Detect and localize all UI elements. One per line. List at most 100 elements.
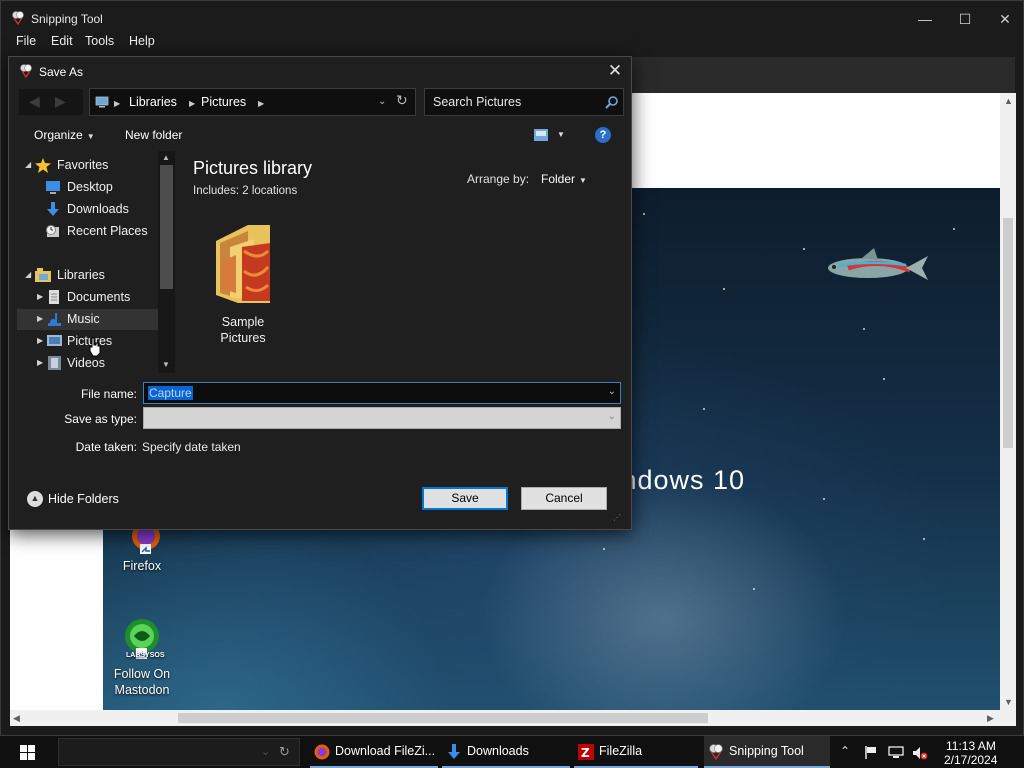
file-name-input[interactable]: Capture ⌄ (143, 382, 621, 404)
downloads-icon (47, 202, 59, 216)
save-button[interactable]: Save (422, 487, 508, 510)
taskbar-app-downloads[interactable]: Downloads (442, 736, 570, 768)
date-taken-field[interactable]: Specify date taken (142, 440, 241, 454)
save-as-type-label: Save as type: (64, 412, 137, 426)
change-view-icon[interactable] (534, 129, 548, 141)
menu-edit[interactable]: Edit (51, 34, 73, 48)
collapsed-arrow-icon[interactable]: ▶ (37, 292, 43, 301)
folder-sample-pictures[interactable]: Sample Pictures (203, 221, 283, 346)
navigation-pane-scrollbar[interactable]: ▲ ▼ (158, 151, 175, 373)
firefox-icon (314, 744, 330, 760)
chevron-down-icon[interactable]: ⌄ (608, 411, 616, 422)
file-name-value: Capture (148, 386, 193, 400)
vertical-scrollbar[interactable]: ▲ ▼ (1000, 93, 1016, 710)
refresh-icon[interactable]: ↻ (396, 92, 408, 109)
cancel-button[interactable]: Cancel (521, 487, 607, 510)
save-as-type-select[interactable]: ⌄ (143, 407, 621, 429)
clock-date[interactable]: 2/17/2024 (944, 753, 997, 767)
clock-time[interactable]: 11:13 AM (946, 739, 996, 753)
menu-file[interactable]: File (16, 34, 36, 48)
nav-libraries[interactable]: ◢ Libraries (17, 265, 165, 286)
videos-icon (48, 356, 61, 370)
breadcrumb-pictures[interactable]: Pictures (201, 95, 246, 109)
dialog-close-button[interactable]: ✕ (603, 60, 627, 82)
taskbar-app-filezilla[interactable]: Z FileZilla (574, 736, 698, 768)
folder-label-line2: Pictures (220, 331, 266, 345)
dialog-titlebar[interactable]: Save As ✕ (9, 57, 631, 85)
horizontal-scroll-thumb[interactable] (178, 713, 708, 723)
scroll-left-icon[interactable]: ◀ (13, 713, 20, 724)
taskbar-app-snipping-tool[interactable]: Snipping Tool (704, 736, 830, 768)
network-icon[interactable] (888, 746, 904, 759)
computer-icon (95, 96, 109, 108)
refresh-icon[interactable]: ↻ (279, 744, 290, 760)
scroll-right-icon[interactable]: ▶ (987, 713, 994, 724)
view-options-chevron-icon[interactable]: ▼ (557, 130, 565, 139)
navigation-buttons: ◀ ▶ (19, 89, 83, 115)
nav-documents[interactable]: ▶ Documents (17, 287, 165, 308)
collapsed-arrow-icon[interactable]: ▶ (37, 314, 43, 323)
breadcrumb-libraries[interactable]: Libraries (129, 95, 177, 109)
file-name-label: File name: (80, 387, 137, 401)
folder-icon (216, 225, 270, 303)
snipping-tool-titlebar[interactable]: Snipping Tool — ☐ ✕ (1, 1, 1023, 33)
desktop-icon-mastodon[interactable]: LABSYSOS Follow On Mastodon (102, 618, 182, 698)
search-input[interactable]: Search Pictures (424, 88, 624, 116)
vertical-scroll-thumb[interactable] (1003, 218, 1013, 448)
microphone-icon[interactable]: ⌄ (261, 745, 270, 758)
collapsed-arrow-icon[interactable]: ▶ (37, 358, 43, 367)
nav-downloads[interactable]: Downloads (17, 199, 165, 220)
snipping-tool-icon (709, 744, 723, 760)
nav-favorites[interactable]: ◢ Favorites (17, 155, 165, 176)
horizontal-scrollbar[interactable]: ◀ ▶ (10, 710, 1000, 726)
scroll-up-icon[interactable]: ▲ (162, 153, 170, 162)
menu-help[interactable]: Help (129, 34, 155, 48)
chevron-right-icon[interactable]: ▶ (189, 99, 195, 108)
close-button[interactable]: ✕ (985, 5, 1024, 33)
chevron-down-icon[interactable]: ⌄ (608, 386, 616, 397)
new-folder-button[interactable]: New folder (125, 128, 182, 142)
start-button[interactable] (0, 736, 56, 768)
expanded-arrow-icon[interactable]: ◢ (25, 160, 31, 169)
action-center-flag-icon[interactable] (864, 746, 878, 759)
recent-places-icon (46, 225, 59, 237)
resize-grip-icon[interactable]: ⋰ (613, 513, 621, 522)
forward-arrow-icon[interactable]: ▶ (55, 93, 66, 110)
maximize-button[interactable]: ☐ (945, 5, 985, 33)
svg-text:Z: Z (581, 746, 590, 760)
chevron-down-icon[interactable]: ⌄ (378, 96, 386, 107)
show-hidden-icons-chevron-up-icon[interactable]: ⌃ (840, 744, 850, 758)
help-icon[interactable]: ? (595, 127, 611, 143)
nav-desktop[interactable]: Desktop (17, 177, 165, 198)
expanded-arrow-icon[interactable]: ◢ (25, 270, 31, 279)
taskbar-app-firefox[interactable]: Download FileZi... (310, 736, 438, 768)
organize-button[interactable]: Organize ▼ (34, 128, 95, 142)
back-arrow-icon[interactable]: ◀ (29, 93, 40, 110)
collapsed-arrow-icon[interactable]: ▶ (37, 336, 43, 345)
address-bar[interactable]: ▶ Libraries ▶ Pictures ▶ ⌄ ↻ (89, 88, 416, 116)
arrange-by-dropdown[interactable]: Folder ▼ (541, 172, 587, 186)
chevron-down-icon: ▼ (86, 132, 95, 141)
folder-label-line1: Sample (221, 315, 265, 329)
nav-music[interactable]: ▶ Music (17, 309, 165, 330)
library-includes[interactable]: Includes: 2 locations (193, 185, 297, 197)
fish-icon (828, 248, 928, 280)
scroll-down-icon[interactable]: ▼ (1004, 697, 1013, 707)
dialog-title: Save As (39, 65, 84, 79)
scroll-down-icon[interactable]: ▼ (162, 360, 170, 369)
chevron-right-icon: ▶ (114, 99, 121, 108)
nav-scroll-thumb[interactable] (160, 165, 173, 289)
taskbar-search-box[interactable]: ⌄ ↻ (58, 738, 300, 766)
search-icon[interactable] (605, 95, 619, 109)
volume-muted-icon[interactable] (912, 746, 928, 760)
desktop-icon-label-line1: Follow On (113, 667, 171, 681)
scroll-up-icon[interactable]: ▲ (1004, 96, 1013, 106)
arrange-by-label: Arrange by: (467, 172, 530, 186)
menu-tools[interactable]: Tools (85, 34, 114, 48)
command-bar: Organize ▼ New folder ▼ ? (9, 121, 631, 149)
minimize-button[interactable]: — (905, 5, 945, 33)
taskbar: ⌄ ↻ Download FileZi... Downloads Z FileZ… (0, 736, 1024, 768)
snipping-tool-app-icon (12, 11, 24, 25)
nav-recent-places[interactable]: Recent Places (17, 221, 165, 242)
chevron-right-icon[interactable]: ▶ (258, 99, 264, 108)
